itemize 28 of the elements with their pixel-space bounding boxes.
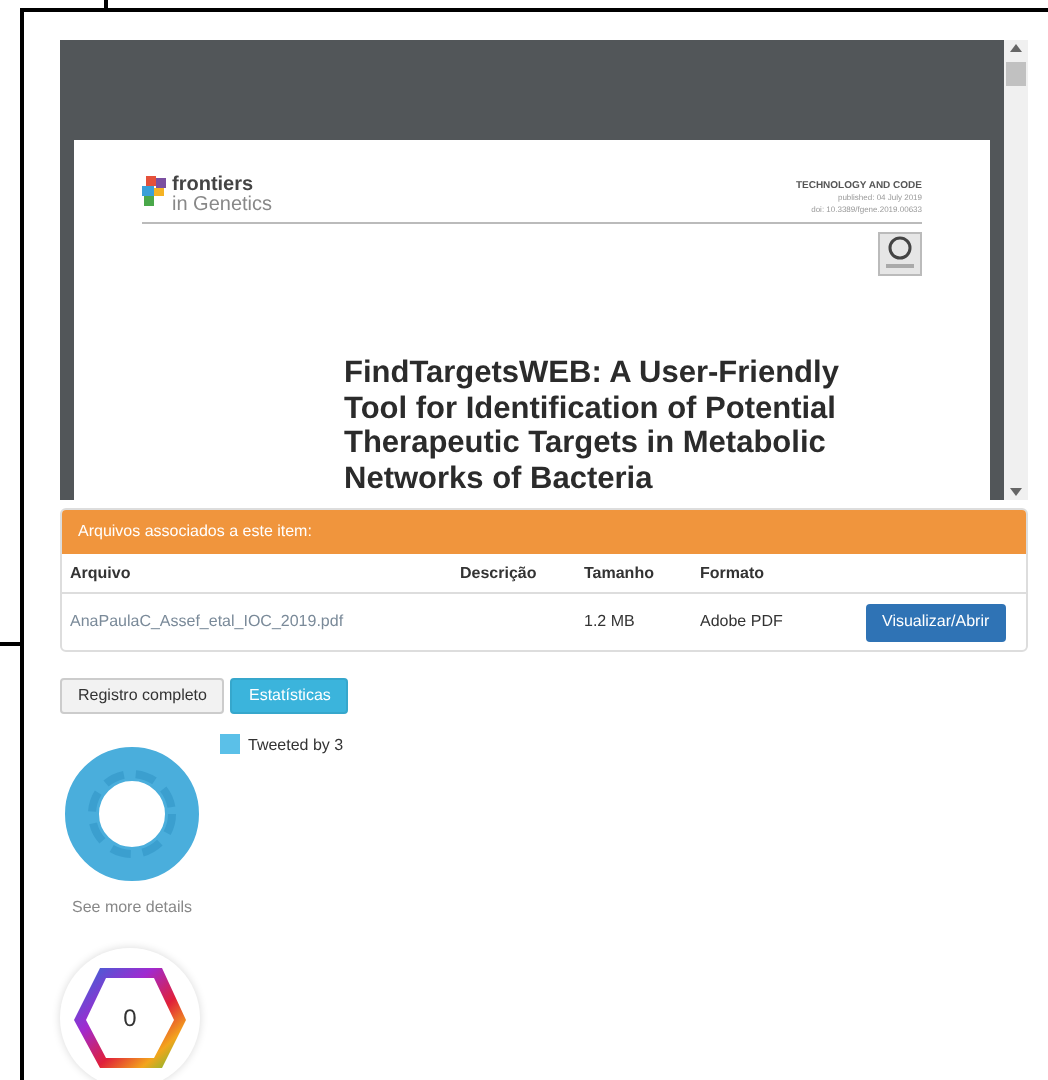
article-title-line: Networks of Bacteria <box>344 461 655 496</box>
view-button[interactable]: Visualizar/Abrir <box>866 603 1006 641</box>
file-link[interactable]: AnaPaulaC_Assef_etal_IOC_2019.pdf <box>70 610 344 634</box>
legend-swatch <box>220 734 240 754</box>
article-title-line: FindTargetsWEB: A User-Friendly <box>344 356 841 391</box>
scroll-up-arrow-icon[interactable] <box>1010 44 1022 52</box>
count-text: 0 <box>123 1002 137 1036</box>
column-header: Arquivo <box>70 561 133 585</box>
scrollbar[interactable] <box>1004 40 1028 500</box>
scrollbar-thumb[interactable] <box>1006 62 1026 86</box>
donut-badge-icon <box>64 746 200 882</box>
tab[interactable]: Estatísticas <box>230 678 349 714</box>
column-header: Descrição <box>460 561 539 585</box>
tab[interactable]: Registro completo <box>60 678 225 714</box>
table-cell-text: 1.2 MB <box>584 610 637 634</box>
column-header: Formato <box>700 561 766 585</box>
article-title-line: Tool for Identification of Potential <box>344 391 838 426</box>
logo-icon <box>142 176 170 208</box>
scroll-down-arrow-icon[interactable] <box>1010 488 1022 496</box>
table-cell-text: Adobe PDF <box>700 610 785 634</box>
journal-subtitle: in Genetics <box>172 196 273 216</box>
details-link[interactable]: See more details <box>71 896 193 920</box>
panel-heading: Arquivos associados a este item: <box>62 510 1026 554</box>
legend-label: Tweeted by 3 <box>248 734 344 758</box>
article-title-line: Therapeutic Targets in Metabolic <box>344 426 828 461</box>
journal-name: frontiers <box>172 176 254 196</box>
check-updates-icon <box>878 232 922 276</box>
column-header: Tamanho <box>584 561 656 585</box>
